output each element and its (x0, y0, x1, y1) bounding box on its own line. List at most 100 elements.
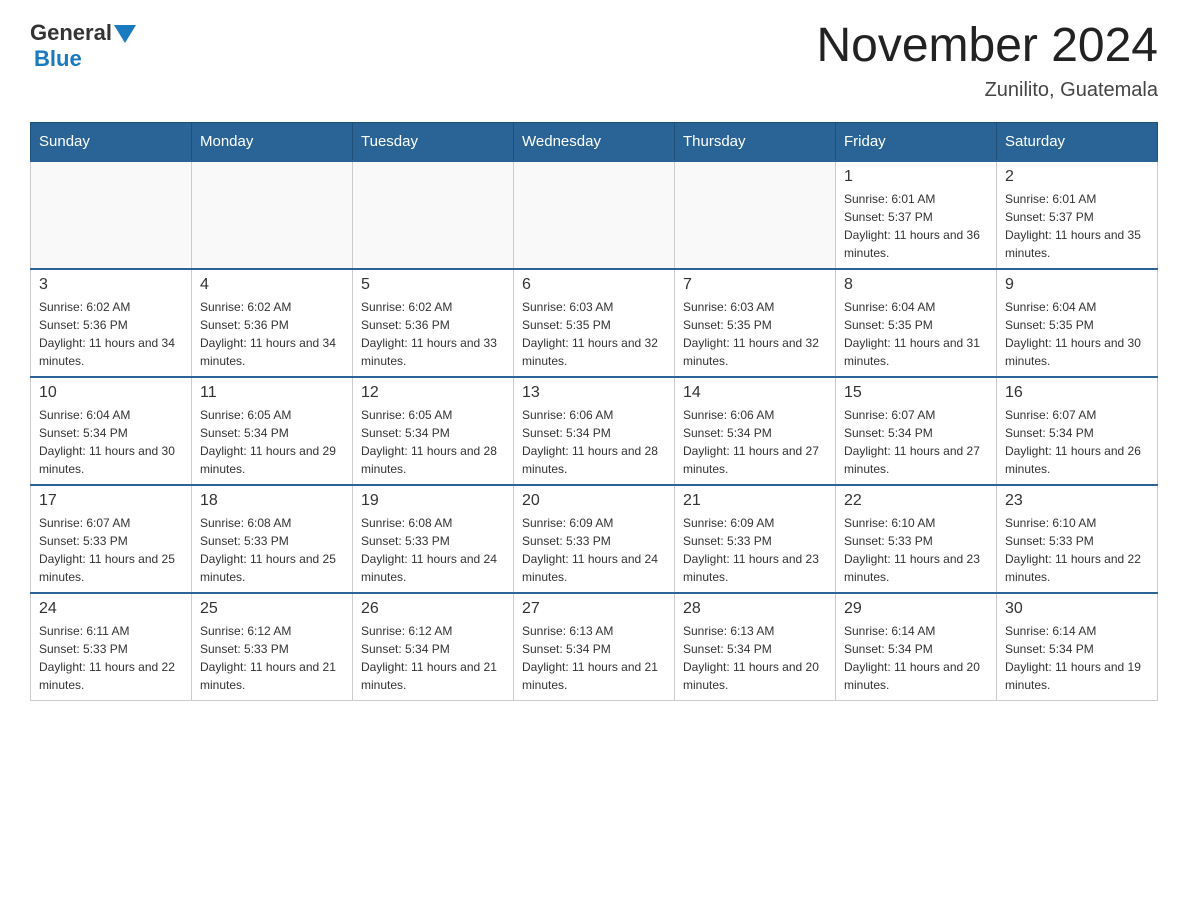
calendar-day-cell: 30Sunrise: 6:14 AMSunset: 5:34 PMDayligh… (997, 593, 1158, 701)
day-info: Sunrise: 6:07 AMSunset: 5:34 PMDaylight:… (1005, 406, 1149, 478)
day-number: 26 (361, 600, 505, 618)
calendar-day-cell: 4Sunrise: 6:02 AMSunset: 5:36 PMDaylight… (192, 269, 353, 377)
day-info: Sunrise: 6:01 AMSunset: 5:37 PMDaylight:… (844, 190, 988, 262)
day-number: 10 (39, 384, 183, 402)
calendar-day-cell: 17Sunrise: 6:07 AMSunset: 5:33 PMDayligh… (31, 485, 192, 593)
day-info: Sunrise: 6:10 AMSunset: 5:33 PMDaylight:… (844, 514, 988, 586)
day-number: 7 (683, 276, 827, 294)
calendar-day-cell: 27Sunrise: 6:13 AMSunset: 5:34 PMDayligh… (514, 593, 675, 701)
day-info: Sunrise: 6:04 AMSunset: 5:35 PMDaylight:… (844, 298, 988, 370)
day-info: Sunrise: 6:02 AMSunset: 5:36 PMDaylight:… (200, 298, 344, 370)
calendar-day-header: Friday (836, 122, 997, 161)
calendar-day-cell: 3 Sunrise: 6:02 AMSunset: 5:36 PMDaylight… (31, 269, 192, 377)
day-number: 15 (844, 384, 988, 402)
day-number: 12 (361, 384, 505, 402)
day-number: 8 (844, 276, 988, 294)
day-number: 9 (1005, 276, 1149, 294)
day-number: 5 (361, 276, 505, 294)
day-info: Sunrise: 6:09 AMSunset: 5:33 PMDaylight:… (522, 514, 666, 586)
calendar-day-cell: 13 Sunrise: 6:06 AMSunset: 5:34 PMDayligh… (514, 377, 675, 485)
calendar-week-row: 1 Sunrise: 6:01 AMSunset: 5:37 PMDaylight… (31, 161, 1158, 269)
day-number: 20 (522, 492, 666, 510)
day-info: Sunrise: 6:05 AMSunset: 5:34 PMDaylight:… (200, 406, 344, 478)
day-number: 25 (200, 600, 344, 618)
calendar-day-header: Wednesday (514, 122, 675, 161)
calendar-day-cell: 2Sunrise: 6:01 AMSunset: 5:37 PMDaylight… (997, 161, 1158, 269)
day-number: 30 (1005, 600, 1149, 618)
calendar-title-block: November 2024 Zunilito, Guatemala (816, 20, 1158, 102)
day-info: Sunrise: 6:03 AMSunset: 5:35 PMDaylight:… (683, 298, 827, 370)
calendar-day-cell (31, 161, 192, 269)
day-number: 24 (39, 600, 183, 618)
calendar-day-cell: 18 Sunrise: 6:08 AMSunset: 5:33 PMDayligh… (192, 485, 353, 593)
day-info: Sunrise: 6:06 AMSunset: 5:34 PMDaylight:… (683, 406, 827, 478)
calendar-day-cell: 22Sunrise: 6:10 AMSunset: 5:33 PMDayligh… (836, 485, 997, 593)
calendar-day-cell: 1 Sunrise: 6:01 AMSunset: 5:37 PMDaylight… (836, 161, 997, 269)
day-number: 18 (200, 492, 344, 510)
calendar-day-header: Saturday (997, 122, 1158, 161)
day-number: 17 (39, 492, 183, 510)
calendar-day-cell: 8 Sunrise: 6:04 AMSunset: 5:35 PMDaylight… (836, 269, 997, 377)
logo-blue-text: Blue (34, 46, 82, 71)
calendar-day-cell: 23 Sunrise: 6:10 AMSunset: 5:33 PMDayligh… (997, 485, 1158, 593)
day-number: 19 (361, 492, 505, 510)
calendar-day-cell: 12Sunrise: 6:05 AMSunset: 5:34 PMDayligh… (353, 377, 514, 485)
day-number: 13 (522, 384, 666, 402)
day-number: 3 (39, 276, 183, 294)
calendar-table: SundayMondayTuesdayWednesdayThursdayFrid… (30, 122, 1158, 701)
calendar-day-cell: 25 Sunrise: 6:12 AMSunset: 5:33 PMDayligh… (192, 593, 353, 701)
calendar-title: November 2024 (816, 20, 1158, 73)
day-info: Sunrise: 6:03 AMSunset: 5:35 PMDaylight:… (522, 298, 666, 370)
day-info: Sunrise: 6:01 AMSunset: 5:37 PMDaylight:… (1005, 190, 1149, 262)
calendar-day-header: Sunday (31, 122, 192, 161)
calendar-day-cell: 24 Sunrise: 6:11 AMSunset: 5:33 PMDayligh… (31, 593, 192, 701)
day-info: Sunrise: 6:04 AMSunset: 5:34 PMDaylight:… (39, 406, 183, 478)
day-info: Sunrise: 6:11 AMSunset: 5:33 PMDaylight:… (39, 622, 183, 694)
day-number: 6 (522, 276, 666, 294)
calendar-week-row: 10 Sunrise: 6:04 AMSunset: 5:34 PMDayligh… (31, 377, 1158, 485)
logo-general-text: General (30, 20, 112, 46)
logo-triangle-icon (114, 25, 136, 43)
calendar-day-header: Monday (192, 122, 353, 161)
calendar-day-cell: 29 Sunrise: 6:14 AMSunset: 5:34 PMDayligh… (836, 593, 997, 701)
day-number: 14 (683, 384, 827, 402)
calendar-day-cell: 9 Sunrise: 6:04 AMSunset: 5:35 PMDaylight… (997, 269, 1158, 377)
day-info: Sunrise: 6:14 AMSunset: 5:34 PMDaylight:… (844, 622, 988, 694)
calendar-day-cell: 10 Sunrise: 6:04 AMSunset: 5:34 PMDayligh… (31, 377, 192, 485)
day-info: Sunrise: 6:02 AMSunset: 5:36 PMDaylight:… (361, 298, 505, 370)
calendar-day-cell: 20 Sunrise: 6:09 AMSunset: 5:33 PMDayligh… (514, 485, 675, 593)
calendar-day-cell: 26Sunrise: 6:12 AMSunset: 5:34 PMDayligh… (353, 593, 514, 701)
calendar-subtitle: Zunilito, Guatemala (816, 79, 1158, 102)
day-number: 11 (200, 384, 344, 402)
day-info: Sunrise: 6:13 AMSunset: 5:34 PMDaylight:… (683, 622, 827, 694)
day-info: Sunrise: 6:06 AMSunset: 5:34 PMDaylight:… (522, 406, 666, 478)
day-number: 29 (844, 600, 988, 618)
calendar-day-cell: 19 Sunrise: 6:08 AMSunset: 5:33 PMDayligh… (353, 485, 514, 593)
calendar-day-cell (353, 161, 514, 269)
calendar-day-cell (675, 161, 836, 269)
calendar-day-cell: 14 Sunrise: 6:06 AMSunset: 5:34 PMDayligh… (675, 377, 836, 485)
day-info: Sunrise: 6:12 AMSunset: 5:33 PMDaylight:… (200, 622, 344, 694)
calendar-week-row: 17Sunrise: 6:07 AMSunset: 5:33 PMDayligh… (31, 485, 1158, 593)
day-info: Sunrise: 6:08 AMSunset: 5:33 PMDaylight:… (200, 514, 344, 586)
calendar-day-cell: 7 Sunrise: 6:03 AMSunset: 5:35 PMDaylight… (675, 269, 836, 377)
logo: General Blue (30, 20, 136, 72)
calendar-day-cell: 21Sunrise: 6:09 AMSunset: 5:33 PMDayligh… (675, 485, 836, 593)
day-info: Sunrise: 6:08 AMSunset: 5:33 PMDaylight:… (361, 514, 505, 586)
calendar-header-row: SundayMondayTuesdayWednesdayThursdayFrid… (31, 122, 1158, 161)
calendar-day-cell: 11 Sunrise: 6:05 AMSunset: 5:34 PMDayligh… (192, 377, 353, 485)
calendar-day-cell: 16 Sunrise: 6:07 AMSunset: 5:34 PMDayligh… (997, 377, 1158, 485)
day-number: 1 (844, 168, 988, 186)
calendar-week-row: 3 Sunrise: 6:02 AMSunset: 5:36 PMDaylight… (31, 269, 1158, 377)
day-info: Sunrise: 6:10 AMSunset: 5:33 PMDaylight:… (1005, 514, 1149, 586)
day-info: Sunrise: 6:02 AMSunset: 5:36 PMDaylight:… (39, 298, 183, 370)
calendar-day-header: Tuesday (353, 122, 514, 161)
calendar-day-cell (192, 161, 353, 269)
day-number: 16 (1005, 384, 1149, 402)
day-number: 23 (1005, 492, 1149, 510)
calendar-day-cell: 5 Sunrise: 6:02 AMSunset: 5:36 PMDaylight… (353, 269, 514, 377)
day-info: Sunrise: 6:04 AMSunset: 5:35 PMDaylight:… (1005, 298, 1149, 370)
day-number: 28 (683, 600, 827, 618)
calendar-day-cell: 6 Sunrise: 6:03 AMSunset: 5:35 PMDaylight… (514, 269, 675, 377)
day-number: 21 (683, 492, 827, 510)
